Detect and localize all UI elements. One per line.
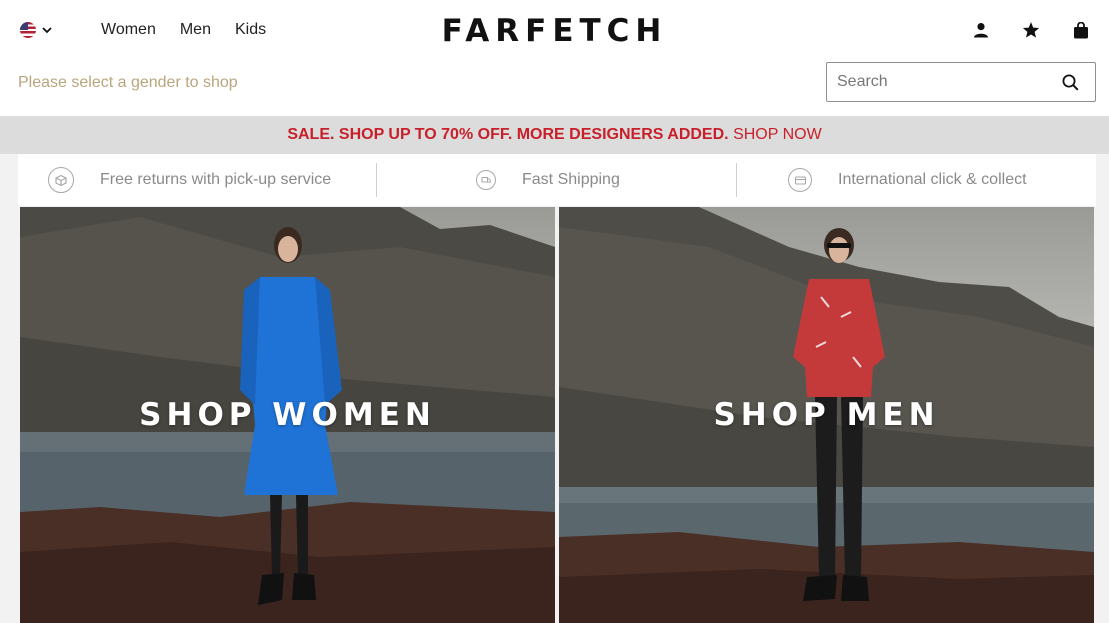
search-box [826, 62, 1096, 102]
search-input[interactable] [827, 63, 1053, 101]
farfetch-logo[interactable]: FARFETCH [0, 12, 1109, 50]
header-actions [967, 19, 1095, 41]
gender-hint: Please select a gender to shop [18, 74, 238, 91]
shopping-bag-icon [1074, 21, 1088, 38]
service-click-collect[interactable]: International click & collect [736, 154, 1096, 206]
account-button[interactable] [967, 19, 995, 41]
sale-text: SALE. SHOP UP TO 70% OFF. MORE DESIGNERS… [287, 126, 729, 143]
farfetch-home: Women Men Kids FARFETCH Please select a … [0, 0, 1109, 623]
click-collect-icon [788, 168, 812, 192]
bag-button[interactable] [1067, 19, 1095, 41]
shop-men-tile[interactable]: SHOP MEN [559, 207, 1094, 623]
account-icon [974, 23, 988, 38]
returns-box-icon [48, 167, 74, 193]
shop-women-tile[interactable]: SHOP WOMEN [20, 207, 555, 623]
wishlist-button[interactable] [1017, 19, 1045, 41]
service-returns[interactable]: Free returns with pick-up service [18, 154, 376, 206]
service-shipping[interactable]: Fast Shipping [376, 154, 736, 206]
shop-now-link[interactable]: SHOP NOW [733, 126, 822, 143]
fast-shipping-icon [476, 170, 496, 190]
search-submit[interactable] [1053, 63, 1087, 101]
site-header: Women Men Kids FARFETCH Please select a … [0, 0, 1109, 116]
search-icon [1062, 74, 1079, 91]
service-returns-label: Free returns with pick-up service [100, 171, 332, 188]
shop-women-label: SHOP WOMEN [139, 397, 436, 433]
service-shipping-label: Fast Shipping [522, 171, 620, 188]
service-strip: Free returns with pick-up service Fast S… [18, 154, 1096, 206]
shop-men-label: SHOP MEN [713, 397, 940, 433]
wishlist-star-icon [1022, 22, 1040, 38]
sale-banner[interactable]: SALE. SHOP UP TO 70% OFF. MORE DESIGNERS… [0, 116, 1109, 154]
service-click-collect-label: International click & collect [838, 171, 1027, 188]
